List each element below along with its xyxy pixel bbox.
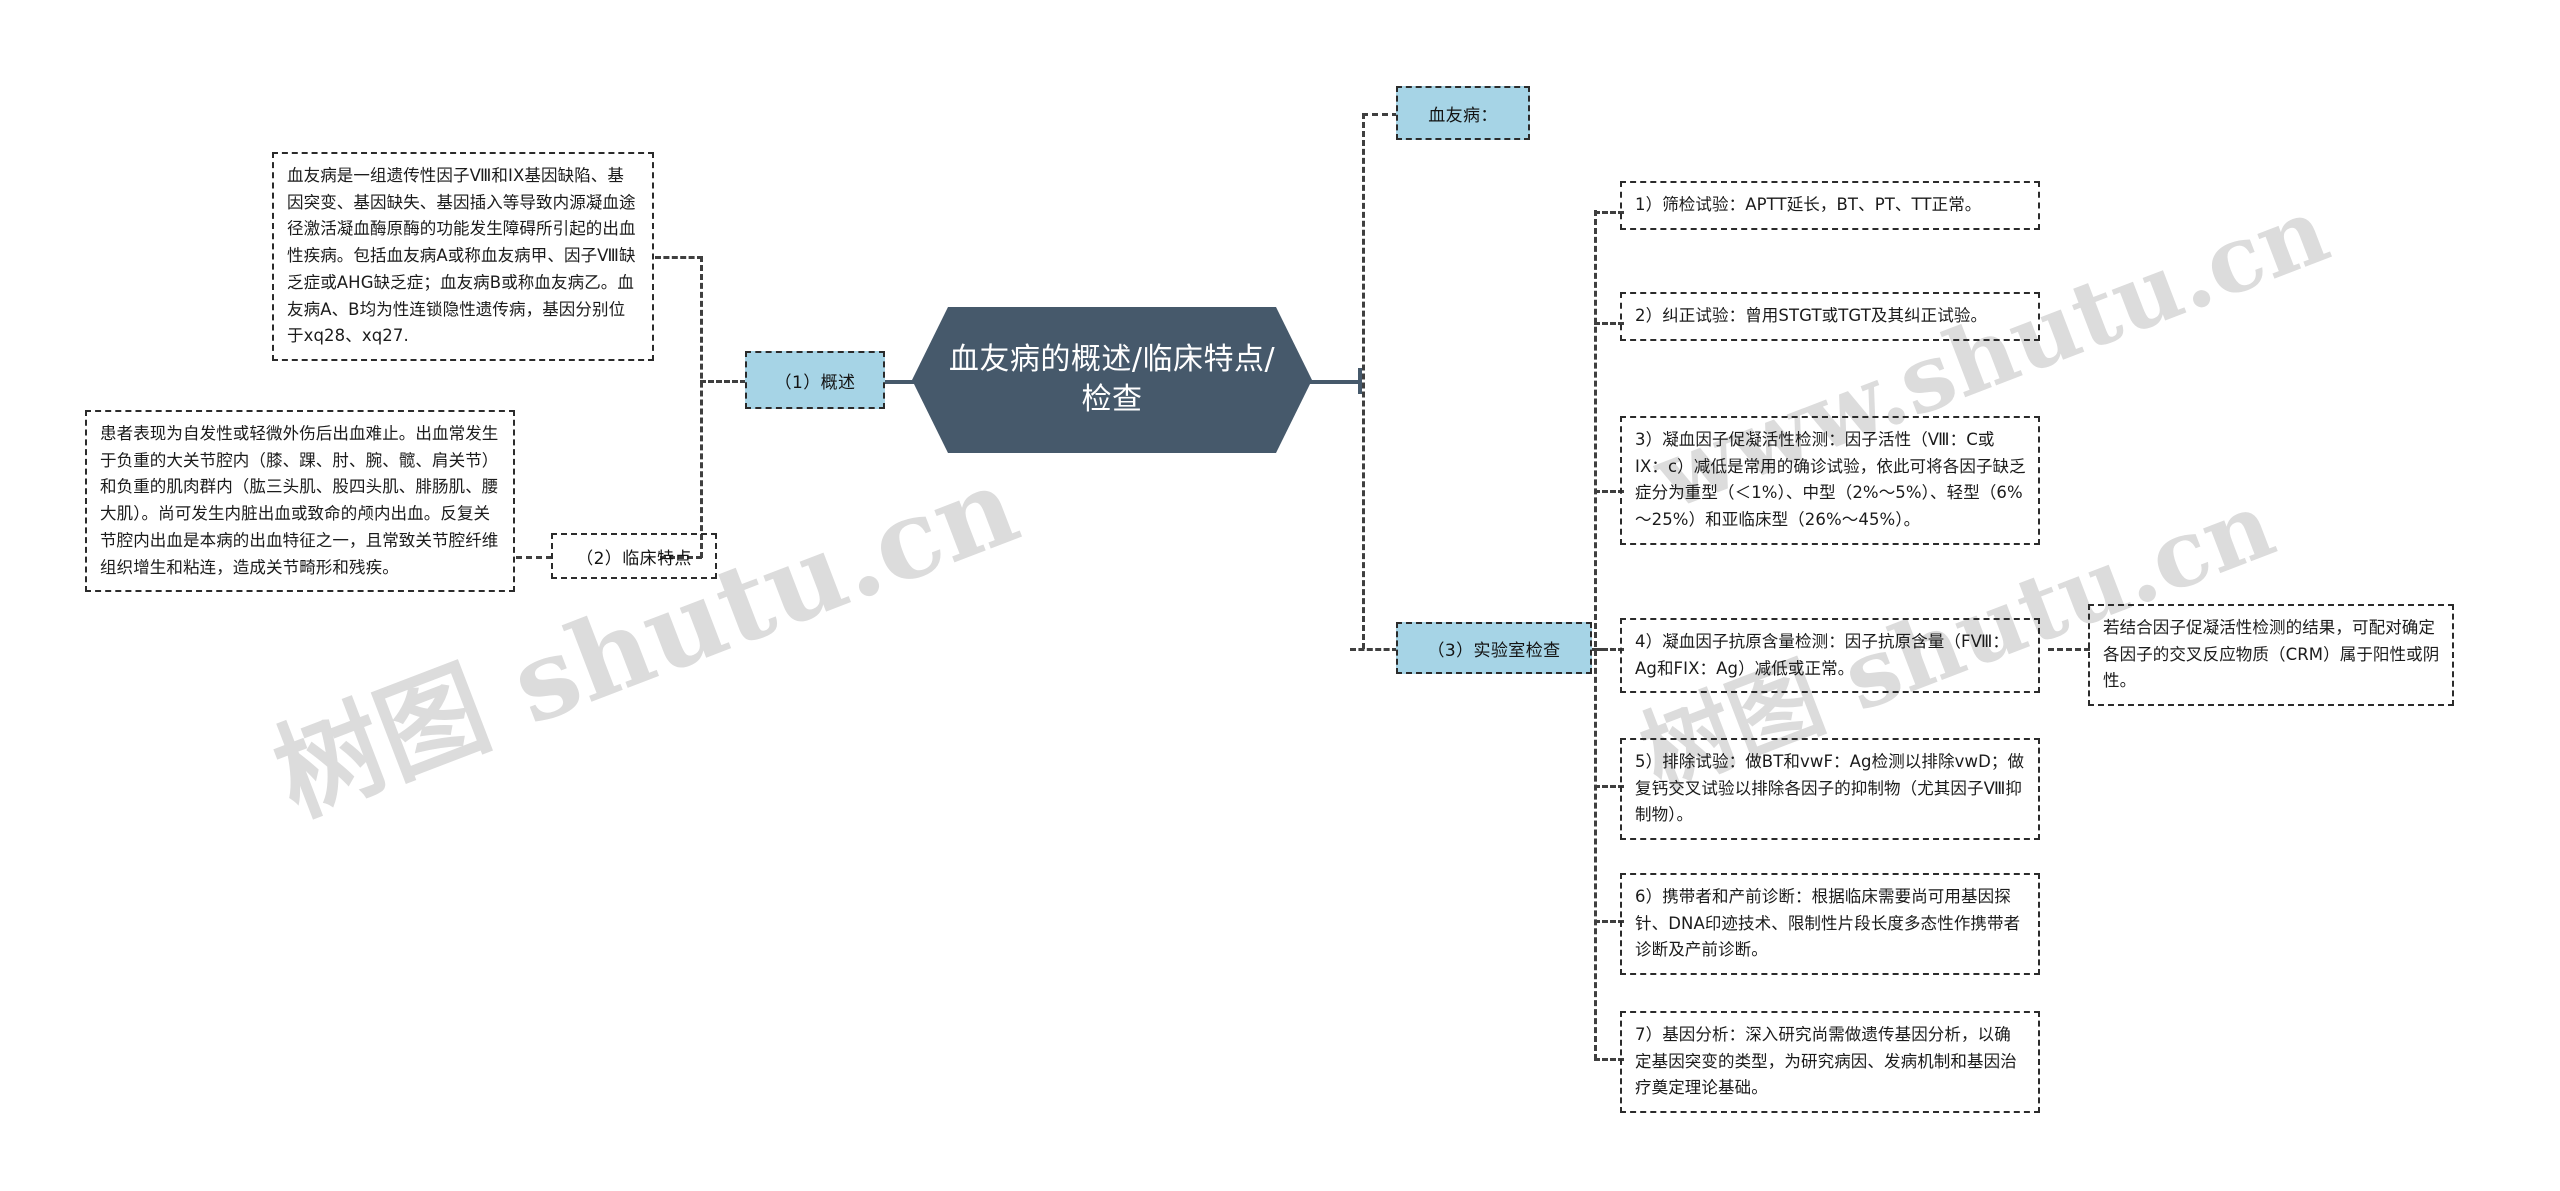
branch-clinical-features-label: （2）临床特点: [576, 548, 692, 569]
item-box-2: 2）纠正试验：曾用STGT或TGT及其纠正试验。: [1620, 292, 2040, 341]
branch-overview[interactable]: （1）概述: [745, 351, 885, 409]
branch-overview-label: （1）概述: [774, 372, 856, 393]
connector-spine-to-lab: [1350, 648, 1398, 651]
connector-overview-to-leaf: [655, 256, 703, 259]
connector-left-spine-to-overview: [700, 380, 746, 383]
connector-left-spine: [700, 256, 703, 558]
item-box-3: 3）凝血因子促凝活性检测：因子活性（Ⅷ：C或IX：c）减低是常用的确诊试验，依此…: [1620, 416, 2040, 545]
item-box-6: 6）携带者和产前诊断：根据临床需要尚可用基因探针、DNA印迹技术、限制性片段长度…: [1620, 873, 2040, 976]
branch-clinical-features[interactable]: （2）临床特点: [551, 533, 717, 579]
branch-hemophilia-label: 血友病：: [1428, 105, 1498, 126]
leaf-clinical-text: 患者表现为自发性或轻微外伤后出血难止。出血常发生于负重的大关节腔内（膝、踝、肘、…: [85, 410, 515, 593]
item-box-5: 5）排除试验：做BT和vwF：Ag检测以排除vwD；做复钙交叉试验以排除各因子的…: [1620, 738, 2040, 841]
connector-spine-to-hemophilia: [1362, 113, 1398, 116]
hexagon-shape: [912, 307, 1312, 453]
leaf-overview-text: 血友病是一组遗传性因子Ⅷ和IX基因缺陷、基因突变、基因缺失、基因插入等导致内源凝…: [272, 152, 654, 362]
branch-hemophilia[interactable]: 血友病：: [1396, 86, 1530, 140]
mindmap-canvas: 树图 shutu.cn www.shutu.cn 树图 shutu.cn 血友病…: [0, 0, 2560, 1191]
connector-item4-to-crm: [2048, 648, 2090, 651]
connector-right-spine-items: [1594, 210, 1597, 1060]
item-box-4-sub-crm: 若结合因子促凝活性检测的结果，可配对确定各因子的交叉反应物质（CRM）属于阳性或…: [2088, 604, 2454, 707]
item-box-4: 4）凝血因子抗原含量检测：因子抗原含量（FⅧ：Ag和FIX：Ag）减低或正常。: [1620, 618, 2040, 694]
connector-right-spine-primary: [1362, 113, 1365, 649]
item-box-1: 1）筛检试验：APTT延长，BT、PT、TT正常。: [1620, 181, 2040, 230]
branch-lab-exam[interactable]: （3）实验室检查: [1396, 622, 1592, 674]
connector-center-to-right: [1306, 380, 1362, 384]
branch-lab-exam-label: （3）实验室检查: [1427, 640, 1561, 661]
center-topic[interactable]: 血友病的概述/临床特点/检查: [912, 307, 1312, 453]
item-box-7: 7）基因分析：深入研究尚需做遗传基因分析，以确定基因突变的类型，为研究病因、发病…: [1620, 1011, 2040, 1114]
connector-clinical-to-leaf: [516, 556, 552, 559]
